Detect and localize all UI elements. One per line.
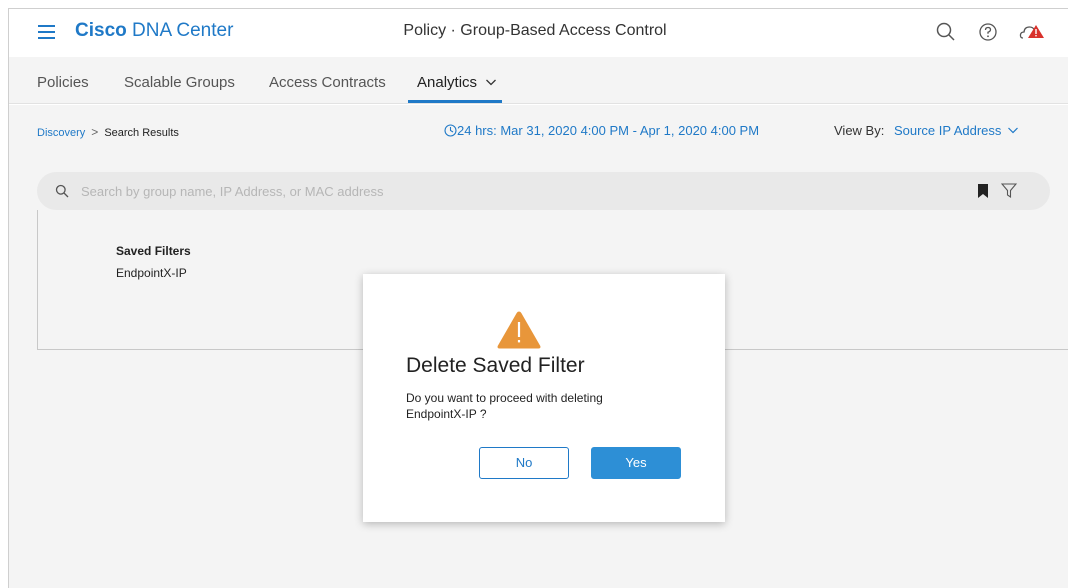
dialog-title: Delete Saved Filter (406, 354, 585, 377)
clock-icon (444, 124, 457, 137)
alert-cloud-icon[interactable] (1019, 21, 1047, 43)
search-icon (55, 184, 69, 198)
breadcrumb-current: Search Results (104, 127, 179, 139)
app-window: Cisco DNA Center Policy · Group-Based Ac… (8, 8, 1068, 588)
view-by-dropdown[interactable]: Source IP Address (894, 123, 1019, 138)
top-header: Cisco DNA Center Policy · Group-Based Ac… (9, 9, 1068, 57)
bookmark-icon[interactable] (977, 184, 989, 198)
saved-filter-item[interactable]: EndpointX-IP (116, 266, 187, 280)
view-by-value: Source IP Address (893, 123, 1002, 138)
time-range-selector[interactable]: 24 hrs: Mar 31, 2020 4:00 PM - Apr 1, 20… (444, 123, 759, 138)
chevron-down-icon (1008, 127, 1019, 134)
delete-filter-dialog: Delete Saved Filter Do you want to proce… (363, 274, 725, 522)
search-bar (37, 172, 1050, 210)
warning-icon (497, 311, 541, 349)
breadcrumb: Discovery > Search Results (37, 125, 179, 139)
tab-analytics-label: Analytics (417, 74, 478, 91)
no-button[interactable]: No (479, 447, 569, 479)
search-input[interactable] (81, 181, 941, 201)
breadcrumb-discovery[interactable]: Discovery (37, 127, 85, 139)
dialog-message: Do you want to proceed with deleting End… (406, 391, 603, 421)
chevron-down-icon (486, 79, 497, 86)
tab-analytics[interactable]: Analytics (417, 74, 497, 91)
help-icon[interactable] (977, 21, 999, 43)
page-title: Policy · Group-Based Access Control (403, 22, 667, 39)
view-by: View By: Source IP Address (834, 123, 1019, 138)
view-by-label: View By: (834, 123, 885, 138)
tab-scalable-groups[interactable]: Scalable Groups (124, 74, 235, 91)
chevron-right-icon: > (91, 125, 99, 139)
time-range-text: 24 hrs: Mar 31, 2020 4:00 PM - Apr 1, 20… (457, 123, 760, 138)
tab-bar: Policies Scalable Groups Access Contract… (9, 57, 1068, 104)
saved-filters-title: Saved Filters (116, 244, 191, 258)
tab-policies[interactable]: Policies (37, 74, 89, 91)
search-icon[interactable] (935, 21, 957, 43)
filter-icon[interactable] (1001, 183, 1017, 198)
tab-access-contracts[interactable]: Access Contracts (269, 74, 386, 91)
yes-button[interactable]: Yes (591, 447, 681, 479)
active-tab-indicator (408, 100, 502, 103)
